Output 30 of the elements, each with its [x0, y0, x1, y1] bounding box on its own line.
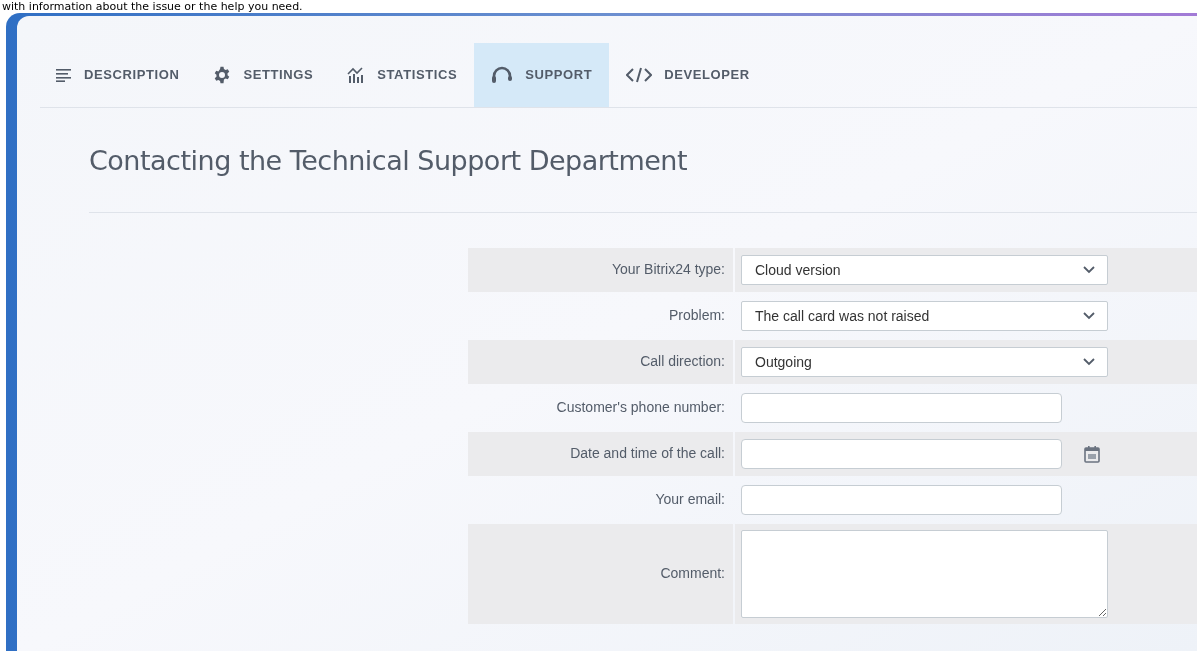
- chevron-icon: [1083, 266, 1095, 274]
- tab[interactable]: DEVELOPER: [609, 43, 767, 107]
- code-icon: [626, 67, 653, 83]
- lines-icon: [56, 68, 72, 82]
- tab[interactable]: DESCRIPTION: [39, 43, 197, 107]
- chart-icon: [347, 66, 366, 84]
- field-label: Problem:: [668, 305, 725, 325]
- input-field[interactable]: [741, 393, 1062, 423]
- calendar-icon[interactable]: [1084, 445, 1100, 463]
- comment-field[interactable]: [741, 530, 1108, 618]
- field-label: Your Bitrix24 type:: [611, 259, 725, 279]
- field-label: Your email:: [655, 489, 725, 509]
- field-label: Call direction:: [640, 351, 725, 371]
- tab[interactable]: SETTINGS: [196, 43, 331, 107]
- page-heading: Contacting the Technical Support Department: [89, 144, 689, 178]
- input-field[interactable]: [741, 485, 1062, 515]
- field-label: Comment:: [660, 563, 725, 583]
- tab[interactable]: SUPPORT: [474, 43, 610, 107]
- dropdown[interactable]: Outgoing: [741, 347, 1108, 377]
- tab[interactable]: STATISTICS: [330, 43, 475, 107]
- settings-icon: [213, 66, 232, 84]
- field-label: Customer's phone number:: [556, 397, 725, 417]
- intro-text: with information about the issue or the help you need.: [1, 0, 304, 13]
- chevron-icon: [1083, 312, 1095, 320]
- headset-icon: [491, 66, 514, 84]
- chevron-icon: [1083, 358, 1095, 366]
- date-field[interactable]: [741, 439, 1062, 469]
- dropdown[interactable]: Cloud version: [741, 255, 1108, 285]
- field-label: Date and time of the call:: [570, 443, 725, 463]
- dropdown[interactable]: The call card was not raised: [741, 301, 1108, 331]
